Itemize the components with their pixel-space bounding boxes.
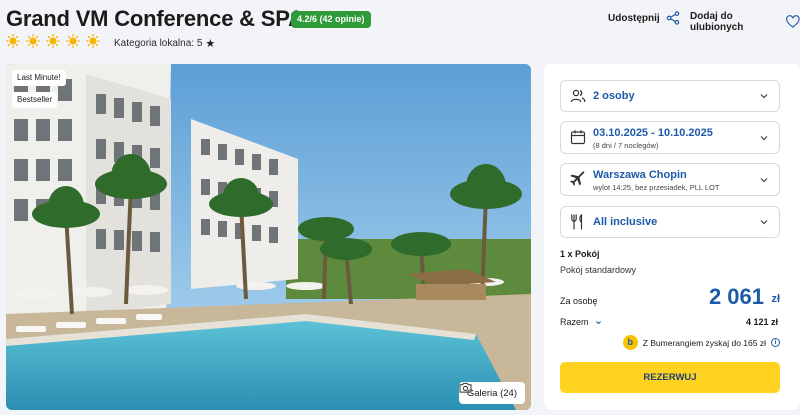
camera-icon: [459, 382, 472, 393]
chevron-down-icon: [760, 94, 768, 99]
gallery-label: Galeria (24): [466, 387, 517, 399]
hotel-title: Grand VM Conference & SPA: [6, 6, 304, 31]
share-button[interactable]: Udostępnij: [608, 11, 680, 25]
info-icon[interactable]: i: [771, 338, 780, 347]
per-person-label: Za osobę: [560, 296, 598, 306]
flight-info: wylot 14:25, bez przesiadek, PLL LOT: [593, 183, 720, 192]
price-currency: zł: [771, 293, 780, 305]
gallery-button[interactable]: Galeria (24): [458, 382, 525, 404]
duration-value: (8 dni / 7 noclegów): [593, 141, 659, 150]
chevron-down-icon: [595, 320, 601, 324]
plane-icon: [570, 171, 585, 186]
total-label: Razem: [560, 317, 589, 327]
local-category: Kategoria lokalna: 5 ★: [114, 37, 215, 50]
local-category-label: Kategoria lokalna: 5: [114, 38, 203, 49]
sun-icon: [6, 34, 20, 48]
favorite-label: Dodaj do ulubionych: [690, 11, 744, 33]
persons-value: 2 osoby: [593, 90, 635, 102]
chevron-down-icon: [760, 220, 768, 225]
sun-icon: [86, 34, 100, 48]
rating-badge[interactable]: 4.2/6 (42 opinie): [291, 11, 371, 28]
persons-select[interactable]: 2 osoby: [560, 80, 780, 112]
board-select[interactable]: All inclusive: [560, 206, 780, 238]
sun-rating: [6, 34, 100, 48]
departure-value: Warszawa Chopin: [593, 169, 687, 181]
hotel-photo[interactable]: Last Minute! Bestseller Galeria (24): [6, 64, 531, 410]
last-minute-tag: Last Minute!: [12, 70, 66, 86]
share-label: Udostępnij: [608, 12, 660, 24]
bumerang-info: b Z Bumerangiem zyskaj do 165 zł i: [622, 335, 780, 350]
departure-select[interactable]: Warszawa Chopin wylot 14:25, bez przesia…: [560, 163, 780, 196]
star-icon: ★: [205, 38, 216, 50]
dates-value: 03.10.2025 - 10.10.2025: [593, 127, 713, 139]
price-per-person: 2 061: [708, 284, 764, 309]
cutlery-icon: [571, 214, 583, 230]
room-type: Pokój standardowy: [560, 265, 637, 275]
dates-select[interactable]: 03.10.2025 - 10.10.2025 (8 dni / 7 nocle…: [560, 121, 780, 154]
book-button[interactable]: REZERWUJ: [560, 362, 780, 393]
rooms-count: 1 x Pokój: [560, 249, 600, 259]
hotel-header: Grand VM Conference & SPA 4.2/6 (42 opin…: [0, 0, 800, 60]
bestseller-tag: Bestseller: [12, 92, 58, 108]
chevron-down-icon: [760, 178, 768, 183]
calendar-icon: [570, 130, 586, 145]
bumerang-text: Z Bumerangiem zyskaj do 165 zł: [642, 337, 766, 348]
total-price: 4 121 zł: [745, 317, 778, 327]
hotel-photo-image: [6, 64, 531, 410]
bumerang-logo-icon: b: [622, 335, 638, 350]
users-icon: [570, 89, 586, 103]
total-toggle[interactable]: Razem: [560, 317, 602, 327]
sun-icon: [46, 34, 60, 48]
share-icon: [666, 11, 679, 25]
board-value: All inclusive: [593, 216, 658, 228]
heart-icon: [786, 15, 800, 28]
sun-icon: [66, 34, 80, 48]
booking-panel: 2 osoby 03.10.2025 - 10.10.2025 (8 dni /…: [544, 64, 800, 410]
sun-icon: [26, 34, 40, 48]
chevron-down-icon: [760, 136, 768, 141]
add-to-favorites-button[interactable]: Dodaj do ulubionych: [690, 11, 800, 33]
